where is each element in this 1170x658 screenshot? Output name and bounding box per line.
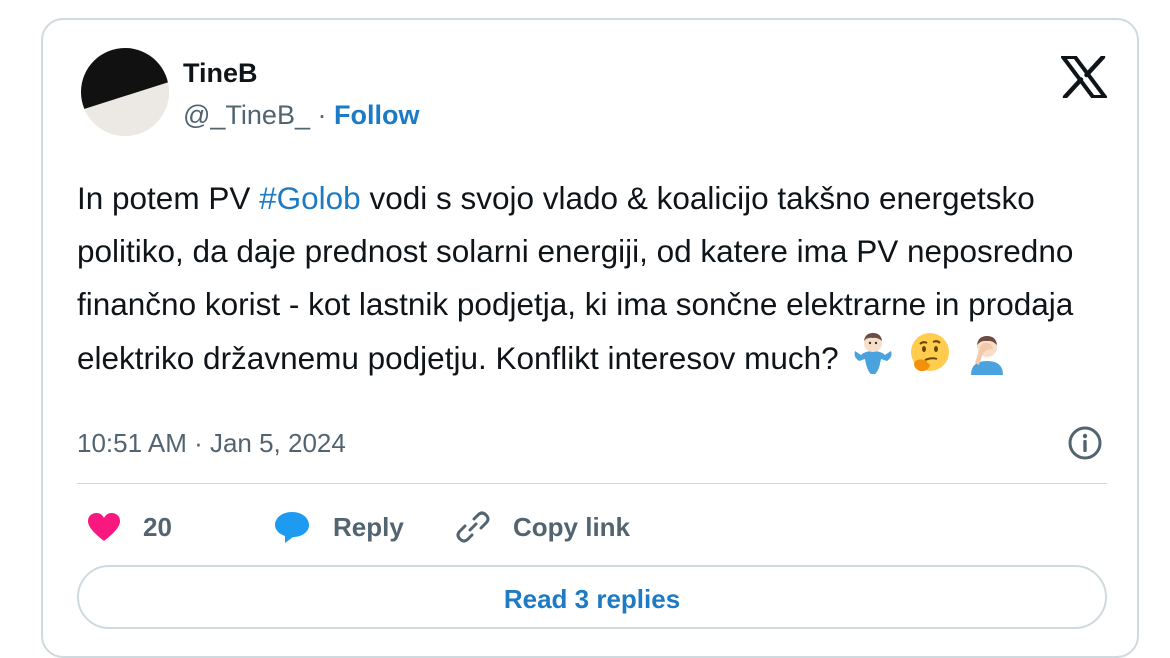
action-bar: 20 Reply Copy link	[77, 502, 1107, 552]
thinking-face-emoji	[908, 331, 952, 391]
reply-label: Reply	[333, 511, 404, 542]
tweet-card: TineB @_TineB_ · Follow In potem PV #Gol…	[41, 18, 1139, 658]
copy-link-label: Copy link	[513, 511, 631, 542]
link-icon	[456, 511, 490, 543]
handle-separator: ·	[309, 100, 334, 130]
heart-icon	[88, 513, 120, 541]
author-handle-row: @_TineB_ · Follow	[183, 100, 419, 131]
like-button[interactable]: 20	[87, 502, 172, 552]
person-shrugging-emoji	[851, 331, 895, 391]
person-facepalming-emoji	[965, 331, 1009, 391]
hashtag-link[interactable]: #Golob	[259, 180, 361, 216]
read-replies-button[interactable]: Read 3 replies	[77, 565, 1107, 629]
tweet-text: In potem PV #Golob vodi s svojo vlado & …	[77, 172, 1097, 391]
x-logo-icon[interactable]	[1061, 54, 1107, 100]
avatar[interactable]	[81, 48, 169, 136]
author-handle[interactable]: @_TineB_	[183, 100, 310, 130]
reply-button[interactable]: Reply	[273, 502, 404, 552]
tweet-text-start: In potem PV	[77, 180, 260, 216]
author-name[interactable]: TineB	[183, 58, 258, 89]
divider	[77, 483, 1107, 484]
copy-link-button[interactable]: Copy link	[455, 502, 630, 552]
follow-button[interactable]: Follow	[334, 100, 419, 130]
info-icon[interactable]	[1067, 425, 1103, 461]
tweet-timestamp[interactable]: 10:51 AM · Jan 5, 2024	[77, 428, 346, 459]
likes-count: 20	[143, 511, 172, 542]
reply-bubble-icon	[275, 512, 309, 543]
